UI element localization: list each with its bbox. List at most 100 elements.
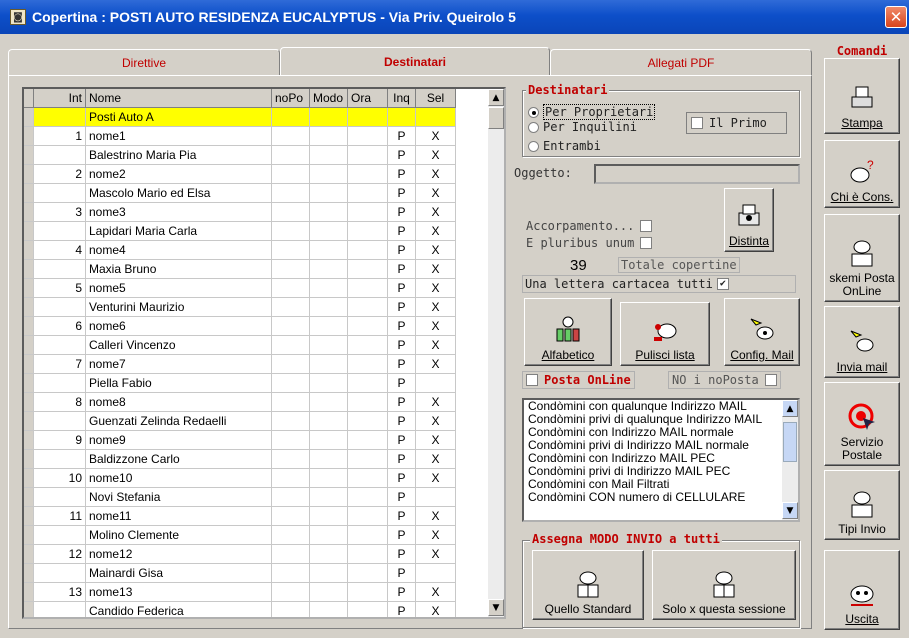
row-selector[interactable] <box>24 431 34 450</box>
cell-inq[interactable]: P <box>388 583 416 602</box>
cell-nopo[interactable] <box>272 393 310 412</box>
tab-direttive[interactable]: Direttive <box>8 49 280 75</box>
posta-online-checkbox[interactable]: Posta OnLine <box>522 371 635 389</box>
cell-int[interactable] <box>34 184 86 203</box>
cell-int[interactable]: 11 <box>34 507 86 526</box>
cell-inq[interactable]: P <box>388 602 416 617</box>
cell-nome[interactable]: Posti Auto A <box>86 108 272 127</box>
cell-nopo[interactable] <box>272 488 310 507</box>
title-bar[interactable]: ◙ Copertina : POSTI AUTO RESIDENZA EUCAL… <box>0 0 909 34</box>
radio-per-proprietari[interactable]: Per Proprietari <box>528 104 656 120</box>
cell-int[interactable]: 3 <box>34 203 86 222</box>
table-row[interactable]: 2 nome2 P X <box>24 165 456 184</box>
cell-ora[interactable] <box>348 393 388 412</box>
cell-nopo[interactable] <box>272 355 310 374</box>
cell-modo[interactable] <box>310 450 348 469</box>
cell-int[interactable] <box>34 374 86 393</box>
cell-nopo[interactable] <box>272 507 310 526</box>
cell-sel[interactable]: X <box>416 431 456 450</box>
cell-sel[interactable]: X <box>416 203 456 222</box>
cell-modo[interactable] <box>310 507 348 526</box>
cell-sel[interactable] <box>416 564 456 583</box>
cell-ora[interactable] <box>348 545 388 564</box>
cell-sel[interactable] <box>416 488 456 507</box>
cell-ora[interactable] <box>348 488 388 507</box>
table-row[interactable]: Guenzati Zelinda Redaelli P X <box>24 412 456 431</box>
cell-int[interactable] <box>34 412 86 431</box>
row-selector[interactable] <box>24 203 34 222</box>
cell-ora[interactable] <box>348 298 388 317</box>
cell-modo[interactable] <box>310 203 348 222</box>
scroll-down-icon[interactable]: ▼ <box>488 599 504 616</box>
skemi-posta-online-button[interactable]: skemi Posta OnLine <box>824 214 900 302</box>
cell-ora[interactable] <box>348 412 388 431</box>
cell-inq[interactable]: P <box>388 222 416 241</box>
cell-modo[interactable] <box>310 298 348 317</box>
cell-nopo[interactable] <box>272 545 310 564</box>
cell-sel[interactable]: X <box>416 526 456 545</box>
cell-ora[interactable] <box>348 469 388 488</box>
recipients-grid[interactable]: Int Nome noPo Modo Ora Inq Sel Posti Aut… <box>22 87 506 619</box>
cell-nome[interactable]: Baldizzone Carlo <box>86 450 272 469</box>
cell-nopo[interactable] <box>272 583 310 602</box>
cell-ora[interactable] <box>348 526 388 545</box>
row-selector[interactable] <box>24 108 34 127</box>
radio-per-inquilini[interactable]: Per Inquilini <box>528 120 637 134</box>
cell-nopo[interactable] <box>272 450 310 469</box>
cell-ora[interactable] <box>348 108 388 127</box>
row-selector[interactable] <box>24 146 34 165</box>
cell-inq[interactable]: P <box>388 279 416 298</box>
cell-inq[interactable]: P <box>388 298 416 317</box>
row-selector[interactable] <box>24 279 34 298</box>
row-selector[interactable] <box>24 469 34 488</box>
cell-modo[interactable] <box>310 260 348 279</box>
cell-inq[interactable]: P <box>388 488 416 507</box>
cell-sel[interactable]: X <box>416 507 456 526</box>
filter-listbox[interactable]: Condòmini con qualunque Indirizzo MAIL Co… <box>522 398 800 522</box>
grid-scrollbar[interactable]: ▲ ▼ <box>488 89 504 617</box>
cell-nopo[interactable] <box>272 146 310 165</box>
cell-int[interactable]: 7 <box>34 355 86 374</box>
cell-nome[interactable]: nome13 <box>86 583 272 602</box>
cell-inq[interactable]: P <box>388 374 416 393</box>
tab-destinatari[interactable]: Destinatari <box>280 47 550 75</box>
accorpamento-checkbox[interactable]: Accorpamento... <box>526 219 653 233</box>
cell-int[interactable] <box>34 488 86 507</box>
cell-modo[interactable] <box>310 488 348 507</box>
cell-ora[interactable] <box>348 203 388 222</box>
scroll-up-icon[interactable]: ▲ <box>488 89 504 106</box>
cell-sel[interactable]: X <box>416 355 456 374</box>
table-row[interactable]: Candido Federica P X <box>24 602 456 617</box>
cell-nopo[interactable] <box>272 203 310 222</box>
cell-nopo[interactable] <box>272 241 310 260</box>
cell-sel[interactable]: X <box>416 279 456 298</box>
cell-nome[interactable]: Calleri Vincenzo <box>86 336 272 355</box>
invia-mail-button[interactable]: Invia mail <box>824 306 900 378</box>
cell-nome[interactable]: nome5 <box>86 279 272 298</box>
uscita-button[interactable]: Uscita <box>824 550 900 630</box>
cell-sel[interactable]: X <box>416 450 456 469</box>
table-row[interactable]: Lapidari Maria Carla P X <box>24 222 456 241</box>
row-selector[interactable] <box>24 298 34 317</box>
cell-int[interactable]: 12 <box>34 545 86 564</box>
cell-sel[interactable]: X <box>416 165 456 184</box>
row-selector[interactable] <box>24 393 34 412</box>
table-row[interactable]: Mainardi Gisa P <box>24 564 456 583</box>
cell-sel[interactable]: X <box>416 545 456 564</box>
row-selector[interactable] <box>24 241 34 260</box>
cell-modo[interactable] <box>310 564 348 583</box>
cell-modo[interactable] <box>310 412 348 431</box>
cell-modo[interactable] <box>310 222 348 241</box>
pulisci-lista-button[interactable]: Pulisci lista <box>620 302 710 366</box>
cell-nopo[interactable] <box>272 602 310 617</box>
cell-int[interactable]: 4 <box>34 241 86 260</box>
cell-nopo[interactable] <box>272 431 310 450</box>
table-row[interactable]: 8 nome8 P X <box>24 393 456 412</box>
row-selector[interactable] <box>24 374 34 393</box>
tab-allegati-pdf[interactable]: Allegati PDF <box>550 49 812 75</box>
cell-ora[interactable] <box>348 507 388 526</box>
cell-int[interactable]: 8 <box>34 393 86 412</box>
row-selector[interactable] <box>24 222 34 241</box>
cell-nopo[interactable] <box>272 222 310 241</box>
cell-ora[interactable] <box>348 564 388 583</box>
